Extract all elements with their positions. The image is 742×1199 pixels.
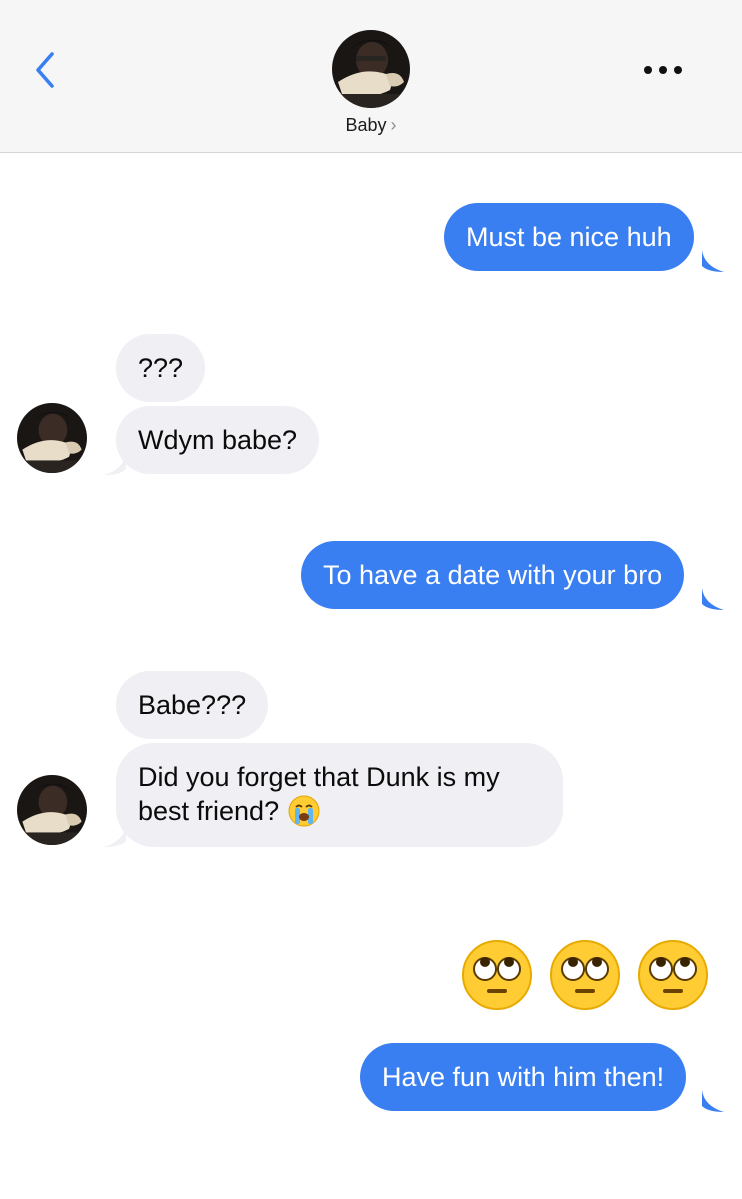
face-with-rolling-eyes-icon[interactable]: [635, 937, 711, 1013]
message-bubble-sent[interactable]: Must be nice huh: [444, 203, 694, 271]
contact-avatar[interactable]: [332, 30, 410, 108]
bubble-tail: [702, 250, 724, 272]
message-text: Must be nice huh: [466, 222, 672, 252]
message-bubble-sent[interactable]: To have a date with your bro: [301, 541, 685, 609]
conversation-header: Baby ›: [0, 0, 742, 153]
message-text: Wdym babe?: [138, 425, 298, 455]
message-text-line: Did you forget that Dunk is my: [138, 762, 500, 792]
message-bubble-received[interactable]: ???: [116, 334, 206, 402]
message-bubble-received[interactable]: Babe???: [116, 671, 269, 739]
more-options-button[interactable]: [636, 56, 690, 86]
chevron-left-icon: [36, 52, 54, 88]
message-text: Babe???: [138, 690, 247, 720]
chevron-right-icon: ›: [390, 115, 397, 135]
face-with-rolling-eyes-icon[interactable]: [547, 937, 623, 1013]
contact-name: Baby: [345, 115, 387, 135]
sender-avatar[interactable]: [17, 403, 87, 473]
face-with-rolling-eyes-icon[interactable]: [459, 937, 535, 1013]
message-bubble-received[interactable]: Wdym babe?: [116, 406, 320, 474]
bubble-tail: [702, 1090, 724, 1112]
loudly-crying-face-icon: [288, 795, 320, 827]
bubble-tail: [702, 588, 724, 610]
bubble-tail: [104, 453, 126, 475]
bubble-tail: [104, 825, 126, 847]
message-text-line: best friend?: [138, 796, 280, 826]
message-bubble-received[interactable]: Did you forget that Dunk is my best frie…: [116, 743, 563, 847]
message-text: To have a date with your bro: [323, 560, 663, 590]
sender-avatar[interactable]: [17, 775, 87, 845]
message-text: ???: [138, 353, 184, 383]
message-text: Have fun with him then!: [382, 1062, 665, 1092]
back-button[interactable]: [28, 48, 64, 92]
message-bubble-sent[interactable]: Have fun with him then!: [360, 1043, 687, 1111]
contact-name-link[interactable]: Baby ›: [0, 115, 742, 136]
